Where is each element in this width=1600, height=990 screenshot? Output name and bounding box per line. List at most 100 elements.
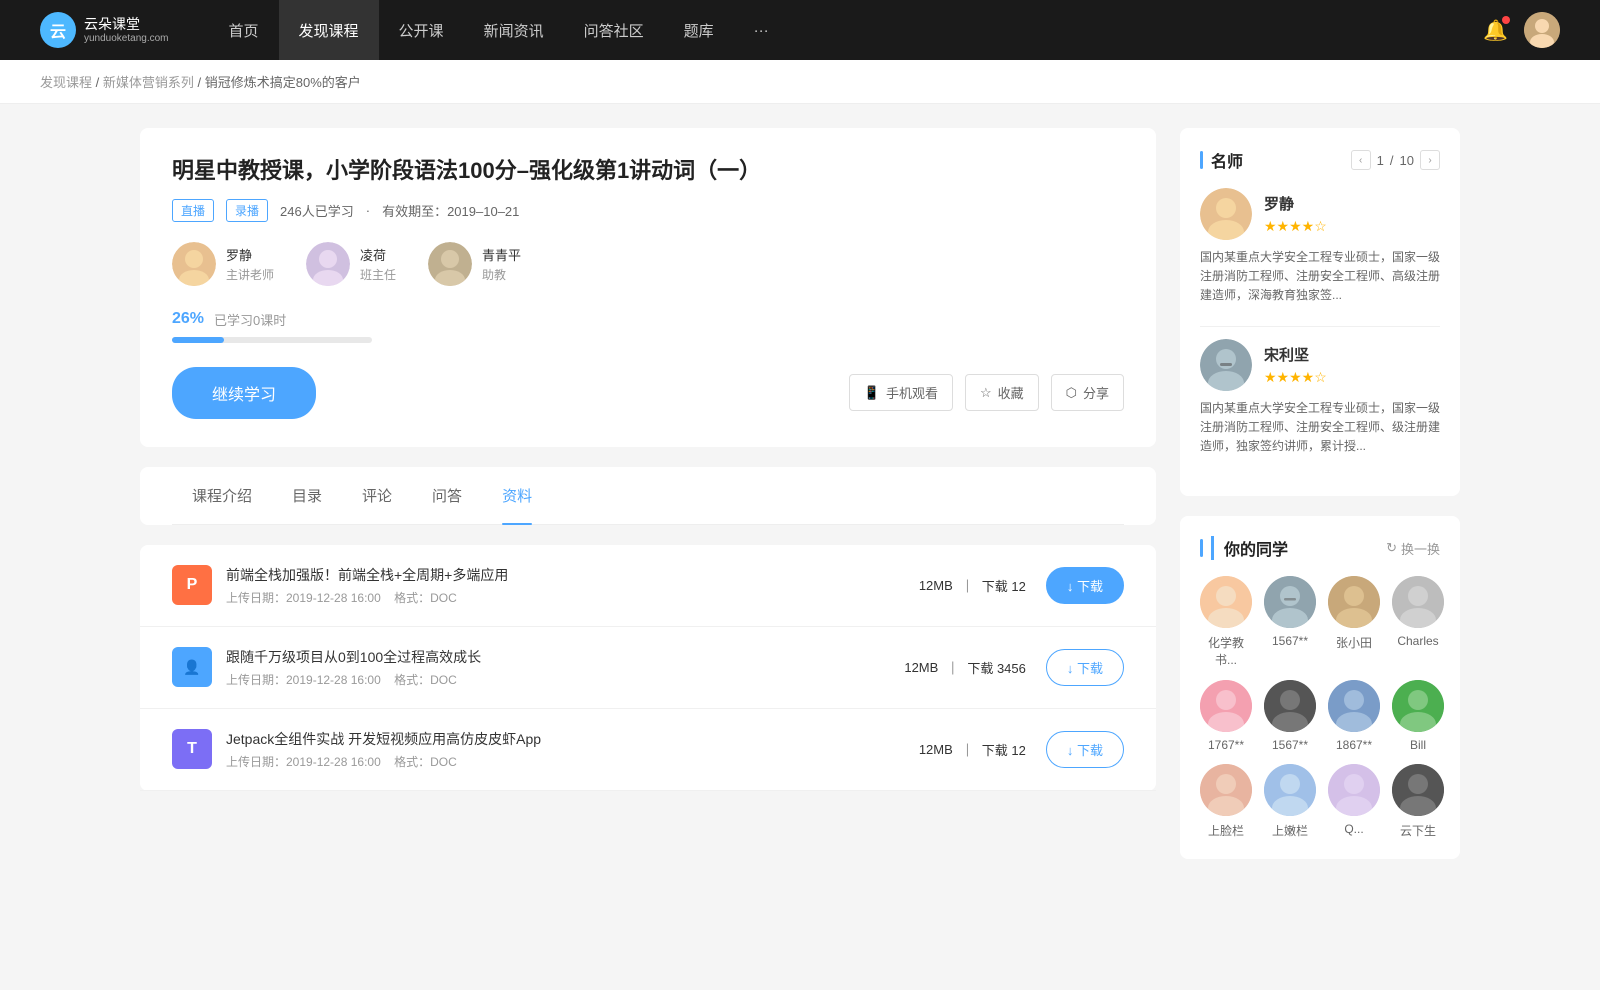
teacher-page-current: 1	[1377, 153, 1384, 168]
classmate-10: Q...	[1328, 764, 1380, 839]
progress-bar-bg	[172, 337, 372, 343]
classmates-title: 你的同学	[1211, 536, 1288, 560]
share-button[interactable]: ⬡ 分享	[1051, 374, 1124, 411]
course-actions: 继续学习 📱 手机观看 ☆ 收藏 ⬡ 分享	[172, 367, 1124, 419]
sidebar-teacher-1: 罗静 ★★★★☆ 国内某重点大学安全工程专业硕士，国家一级注册消防工程师、注册安…	[1200, 188, 1440, 306]
course-meta: 直播 录播 246人已学习 · 有效期至：2019–10–21	[172, 199, 1124, 222]
sidebar-teacher-2-stars: ★★★★☆	[1264, 369, 1327, 386]
classmate-5-name: 1567**	[1272, 738, 1308, 752]
refresh-classmates-btn[interactable]: ↻ 换一换	[1386, 539, 1440, 558]
resource-2-info: 跟随千万级项目从0到100全过程高效成长 上传日期：2019-12-28 16:…	[226, 647, 904, 688]
resource-1-info: 前端全栈加强版！前端全栈+全周期+多端应用 上传日期：2019-12-28 16…	[226, 565, 919, 606]
course-title: 明星中教授课，小学阶段语法100分–强化级第1讲动词（一）	[172, 156, 1124, 187]
sidebar-teacher-1-desc: 国内某重点大学安全工程专业硕士，国家一级注册消防工程师、注册安全工程师、高级注册…	[1200, 248, 1440, 306]
resource-3-name: Jetpack全组件实战 开发短视频应用高仿皮皮虾App	[226, 729, 919, 749]
teacher-3-role: 助教	[482, 266, 521, 283]
download-btn-2[interactable]: ↓ 下载	[1046, 649, 1124, 686]
nav-more[interactable]: ···	[734, 0, 789, 60]
progress-percent: 26%	[172, 310, 204, 328]
divider	[1200, 326, 1440, 327]
classmate-9-name: 上嫩栏	[1272, 822, 1308, 839]
breadcrumb-link-discover[interactable]: 发现课程	[40, 75, 92, 90]
next-teacher-btn[interactable]: ›	[1420, 150, 1440, 170]
sidebar-teacher-2-name: 宋利坚	[1264, 344, 1327, 365]
breadcrumb-link-series[interactable]: 新媒体营销系列	[103, 75, 194, 90]
tab-qa[interactable]: 问答	[412, 467, 482, 524]
nav-discover[interactable]: 发现课程	[279, 0, 379, 60]
action-buttons: 📱 手机观看 ☆ 收藏 ⬡ 分享	[849, 374, 1124, 411]
classmate-0: 化学教书...	[1200, 576, 1252, 668]
classmate-2: 张小田	[1328, 576, 1380, 668]
teacher-1-role: 主讲老师	[226, 266, 274, 283]
sidebar-teacher-1-name: 罗静	[1264, 193, 1327, 214]
favorite-label: 收藏	[998, 383, 1024, 402]
progress-text: 已学习0课时	[214, 310, 286, 329]
classmate-4-avatar	[1200, 680, 1252, 732]
progress-bar-fill	[172, 337, 224, 343]
notification-bell[interactable]: 🔔	[1483, 18, 1508, 43]
logo-text: 云朵课堂	[84, 16, 169, 33]
share-label: 分享	[1083, 383, 1109, 402]
sidebar-teacher-2-header: 宋利坚 ★★★★☆	[1200, 339, 1440, 391]
resource-3-meta: 上传日期：2019-12-28 16:00 格式：DOC	[226, 753, 919, 770]
classmate-8-name: 上脸栏	[1208, 822, 1244, 839]
download-btn-3[interactable]: ↓ 下载	[1046, 731, 1124, 768]
classmate-7-avatar	[1392, 680, 1444, 732]
title-bar-icon	[1200, 151, 1203, 169]
nav-home[interactable]: 首页	[209, 0, 279, 60]
teachers-sidebar-title: 名师	[1211, 148, 1243, 172]
mobile-icon: 📱	[864, 385, 880, 401]
badge-live: 直播	[172, 199, 214, 222]
resource-item-3: T Jetpack全组件实战 开发短视频应用高仿皮皮虾App 上传日期：2019…	[140, 709, 1156, 791]
sidebar-teacher-1-stars: ★★★★☆	[1264, 218, 1327, 235]
teacher-3: 青青平 助教	[428, 242, 521, 286]
teachers-sidebar-card: 名师 ‹ 1 / 10 › 罗静 ★★★★☆	[1180, 128, 1460, 496]
breadcrumb: 发现课程 / 新媒体营销系列 / 销冠修炼术搞定80%的客户	[0, 60, 1600, 104]
refresh-label: 换一换	[1401, 539, 1440, 558]
teachers-list: 罗静 主讲老师 凌荷 班主任	[172, 242, 1124, 286]
logo-sub: yunduoketang.com	[84, 33, 169, 44]
sidebar-teacher-2: 宋利坚 ★★★★☆ 国内某重点大学安全工程专业硕士，国家一级注册消防工程师、注册…	[1200, 339, 1440, 457]
learners-count: 246人已学习	[280, 201, 354, 220]
resource-3-stats: 12MB ｜ 下载 12	[919, 740, 1026, 759]
nav-qa[interactable]: 问答社区	[564, 0, 664, 60]
tab-intro[interactable]: 课程介绍	[172, 467, 272, 524]
logo-icon: 云	[40, 12, 76, 48]
tab-catalog[interactable]: 目录	[272, 467, 342, 524]
favorite-button[interactable]: ☆ 收藏	[965, 374, 1039, 411]
teacher-2-avatar	[306, 242, 350, 286]
teacher-nav: 名师 ‹ 1 / 10 ›	[1200, 148, 1440, 172]
nav-quiz[interactable]: 题库	[664, 0, 734, 60]
tab-resources[interactable]: 资料	[482, 467, 552, 524]
logo[interactable]: 云 云朵课堂 yunduoketang.com	[40, 12, 169, 48]
navigation: 云 云朵课堂 yunduoketang.com 首页 发现课程 公开课 新闻资讯…	[0, 0, 1600, 60]
nav-open[interactable]: 公开课	[379, 0, 464, 60]
resource-3-info: Jetpack全组件实战 开发短视频应用高仿皮皮虾App 上传日期：2019-1…	[226, 729, 919, 770]
tab-review[interactable]: 评论	[342, 467, 412, 524]
download-btn-1[interactable]: ↓ 下载	[1046, 567, 1124, 604]
badge-rec: 录播	[226, 199, 268, 222]
nav-news[interactable]: 新闻资讯	[464, 0, 564, 60]
user-avatar[interactable]	[1524, 12, 1560, 48]
continue-learning-button[interactable]: 继续学习	[172, 367, 316, 419]
main-content: 明星中教授课，小学阶段语法100分–强化级第1讲动词（一） 直播 录播 246人…	[100, 104, 1500, 903]
prev-teacher-btn[interactable]: ‹	[1351, 150, 1371, 170]
teacher-3-info: 青青平 助教	[482, 245, 521, 283]
classmates-card: 你的同学 ↻ 换一换 化学教书... 1	[1180, 516, 1460, 859]
classmate-6-name: 1867**	[1336, 738, 1372, 752]
sidebar-teacher-1-avatar	[1200, 188, 1252, 240]
classmate-8-avatar	[1200, 764, 1252, 816]
mobile-view-button[interactable]: 📱 手机观看	[849, 374, 953, 411]
resource-2-stats: 12MB ｜ 下载 3456	[904, 658, 1026, 677]
course-card: 明星中教授课，小学阶段语法100分–强化级第1讲动词（一） 直播 录播 246人…	[140, 128, 1156, 447]
classmate-7-name: Bill	[1410, 738, 1426, 752]
resource-2-meta: 上传日期：2019-12-28 16:00 格式：DOC	[226, 671, 904, 688]
sidebar-teacher-2-desc: 国内某重点大学安全工程专业硕士，国家一级注册消防工程师、注册安全工程师、级注册建…	[1200, 399, 1440, 457]
classmate-0-avatar	[1200, 576, 1252, 628]
progress-section: 26% 已学习0课时	[172, 310, 1124, 343]
classmate-11: 云下生	[1392, 764, 1444, 839]
classmate-3-name: Charles	[1397, 634, 1438, 648]
classmate-9: 上嫩栏	[1264, 764, 1316, 839]
classmate-4: 1767**	[1200, 680, 1252, 752]
classmate-2-avatar	[1328, 576, 1380, 628]
